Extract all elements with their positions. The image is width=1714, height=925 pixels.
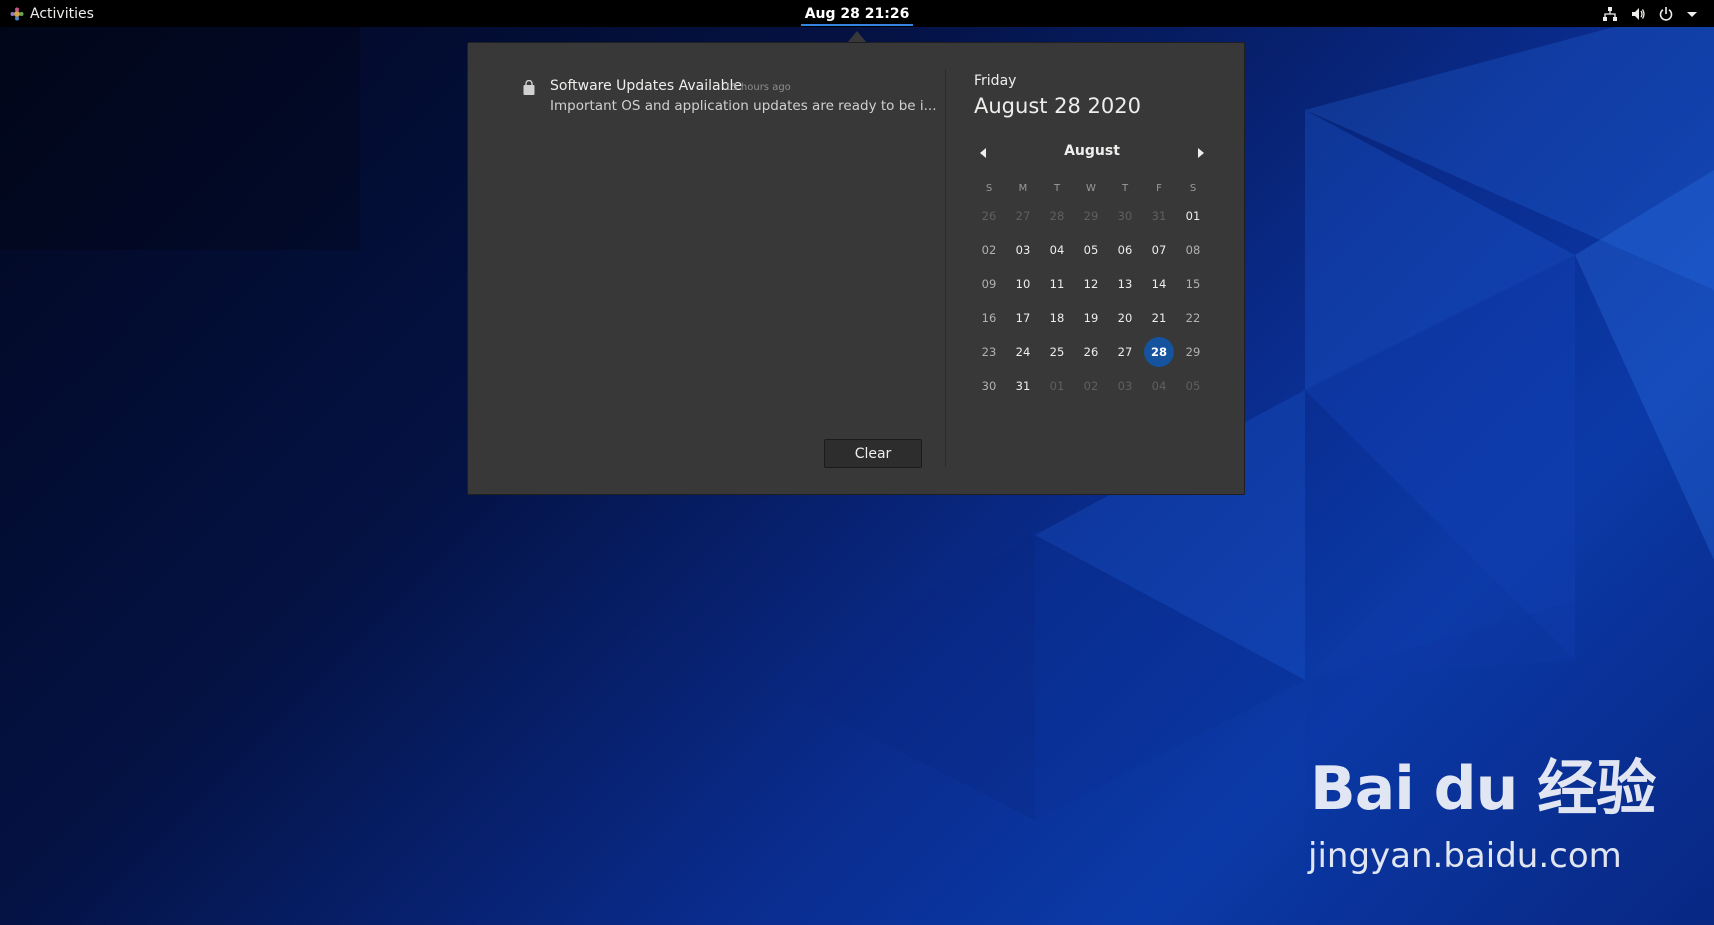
baidu-watermark: Bai du 经验 jingyan.baidu.com bbox=[1308, 740, 1656, 890]
calendar-day[interactable]: 29 bbox=[1176, 336, 1210, 368]
calendar-day[interactable]: 07 bbox=[1142, 234, 1176, 266]
calendar-day[interactable]: 17 bbox=[1006, 302, 1040, 334]
calendar-grid: S M T W T F S 26 27 28 29 30 31 01 02 03… bbox=[972, 177, 1216, 403]
calendar-day[interactable]: 25 bbox=[1040, 336, 1074, 368]
distro-logo-icon bbox=[10, 7, 24, 21]
calendar-day[interactable]: 21 bbox=[1142, 302, 1176, 334]
week-row: 16 17 18 19 20 21 22 bbox=[972, 301, 1216, 335]
day-header: S bbox=[1189, 182, 1197, 194]
calendar-day[interactable]: 26 bbox=[1074, 336, 1108, 368]
calendar-day[interactable]: 06 bbox=[1108, 234, 1142, 266]
month-navigation: August bbox=[974, 141, 1210, 165]
calendar-day[interactable]: 26 bbox=[972, 200, 1006, 232]
power-icon[interactable] bbox=[1658, 6, 1674, 22]
week-row: 23 24 25 26 27 28 29 bbox=[972, 335, 1216, 369]
calendar-day[interactable]: 29 bbox=[1074, 200, 1108, 232]
calendar-day[interactable]: 02 bbox=[972, 234, 1006, 266]
calendar-day-today[interactable]: 28 bbox=[1144, 337, 1174, 367]
week-row: 09 10 11 12 13 14 15 bbox=[972, 267, 1216, 301]
calendar-day[interactable]: 20 bbox=[1108, 302, 1142, 334]
calendar-day[interactable]: 01 bbox=[1040, 370, 1074, 402]
month-name: August bbox=[1064, 143, 1120, 159]
calendar-day[interactable]: 23 bbox=[972, 336, 1006, 368]
calendar-day[interactable]: 27 bbox=[1006, 200, 1040, 232]
day-header: M bbox=[1018, 182, 1028, 194]
watermark-logo: Bai du 经验 bbox=[1310, 754, 1656, 824]
week-row: 26 27 28 29 30 31 01 bbox=[972, 199, 1216, 233]
day-header: T bbox=[1053, 182, 1061, 194]
activities-label: Activities bbox=[30, 5, 94, 22]
network-icon[interactable] bbox=[1602, 6, 1618, 22]
week-row: 30 31 01 02 03 04 05 bbox=[972, 369, 1216, 403]
calendar-day[interactable]: 04 bbox=[1142, 370, 1176, 402]
calendar-day[interactable]: 31 bbox=[1142, 200, 1176, 232]
day-header-row: S M T W T F S bbox=[972, 177, 1216, 199]
calendar-day[interactable]: 28 bbox=[1040, 200, 1074, 232]
day-header: S bbox=[985, 182, 993, 194]
calendar-day[interactable]: 03 bbox=[1006, 234, 1040, 266]
clock-active-indicator bbox=[801, 24, 913, 26]
calendar-day[interactable]: 09 bbox=[972, 268, 1006, 300]
previous-month-button[interactable] bbox=[974, 144, 992, 162]
calendar-day[interactable]: 18 bbox=[1040, 302, 1074, 334]
top-bar: Activities Aug 28 21:26 bbox=[0, 0, 1714, 27]
day-header: W bbox=[1086, 182, 1096, 194]
calendar-day[interactable]: 02 bbox=[1074, 370, 1108, 402]
day-header: F bbox=[1156, 182, 1162, 194]
day-header: T bbox=[1121, 182, 1129, 194]
calendar-day[interactable]: 10 bbox=[1006, 268, 1040, 300]
calendar-pane: Friday August 28 2020 August S M T W T F… bbox=[946, 43, 1246, 494]
menu-arrow-icon[interactable] bbox=[1686, 6, 1702, 22]
calendar-day[interactable]: 13 bbox=[1108, 268, 1142, 300]
date-menu-popover: Software Updates Available 15 hours ago … bbox=[467, 42, 1245, 495]
activities-button[interactable]: Activities bbox=[10, 0, 94, 27]
calendar-day[interactable]: 14 bbox=[1142, 268, 1176, 300]
calendar-day[interactable]: 03 bbox=[1108, 370, 1142, 402]
calendar-day[interactable]: 22 bbox=[1176, 302, 1210, 334]
system-tray[interactable] bbox=[1602, 0, 1702, 27]
calendar-day[interactable]: 08 bbox=[1176, 234, 1210, 266]
full-date-label[interactable]: August 28 2020 bbox=[974, 94, 1141, 118]
clock-button[interactable]: Aug 28 21:26 bbox=[801, 0, 913, 27]
weekday-label[interactable]: Friday bbox=[974, 73, 1016, 89]
next-month-button[interactable] bbox=[1192, 144, 1210, 162]
notification-body: Important OS and application updates are… bbox=[550, 98, 937, 114]
volume-icon[interactable] bbox=[1630, 6, 1646, 22]
calendar-day[interactable]: 01 bbox=[1176, 200, 1210, 232]
calendar-day[interactable]: 19 bbox=[1074, 302, 1108, 334]
calendar-day[interactable]: 12 bbox=[1074, 268, 1108, 300]
software-bag-icon bbox=[522, 79, 536, 96]
calendar-day[interactable]: 16 bbox=[972, 302, 1006, 334]
notification-list: Software Updates Available 15 hours ago … bbox=[468, 43, 946, 494]
clear-button[interactable]: Clear bbox=[824, 439, 922, 468]
calendar-day[interactable]: 11 bbox=[1040, 268, 1074, 300]
calendar-day[interactable]: 04 bbox=[1040, 234, 1074, 266]
calendar-day[interactable]: 27 bbox=[1108, 336, 1142, 368]
notification-time: 15 hours ago bbox=[725, 82, 791, 93]
notification-title: Software Updates Available bbox=[550, 78, 742, 94]
calendar-day[interactable]: 30 bbox=[1108, 200, 1142, 232]
chevron-left-icon bbox=[980, 148, 986, 158]
calendar-day[interactable]: 31 bbox=[1006, 370, 1040, 402]
notification-item[interactable]: Software Updates Available 15 hours ago … bbox=[522, 78, 936, 128]
week-row: 02 03 04 05 06 07 08 bbox=[972, 233, 1216, 267]
calendar-day[interactable]: 05 bbox=[1176, 370, 1210, 402]
calendar-day[interactable]: 05 bbox=[1074, 234, 1108, 266]
chevron-right-icon bbox=[1198, 148, 1204, 158]
calendar-day[interactable]: 24 bbox=[1006, 336, 1040, 368]
calendar-day[interactable]: 30 bbox=[972, 370, 1006, 402]
watermark-url: jingyan.baidu.com bbox=[1308, 836, 1622, 876]
calendar-day[interactable]: 15 bbox=[1176, 268, 1210, 300]
